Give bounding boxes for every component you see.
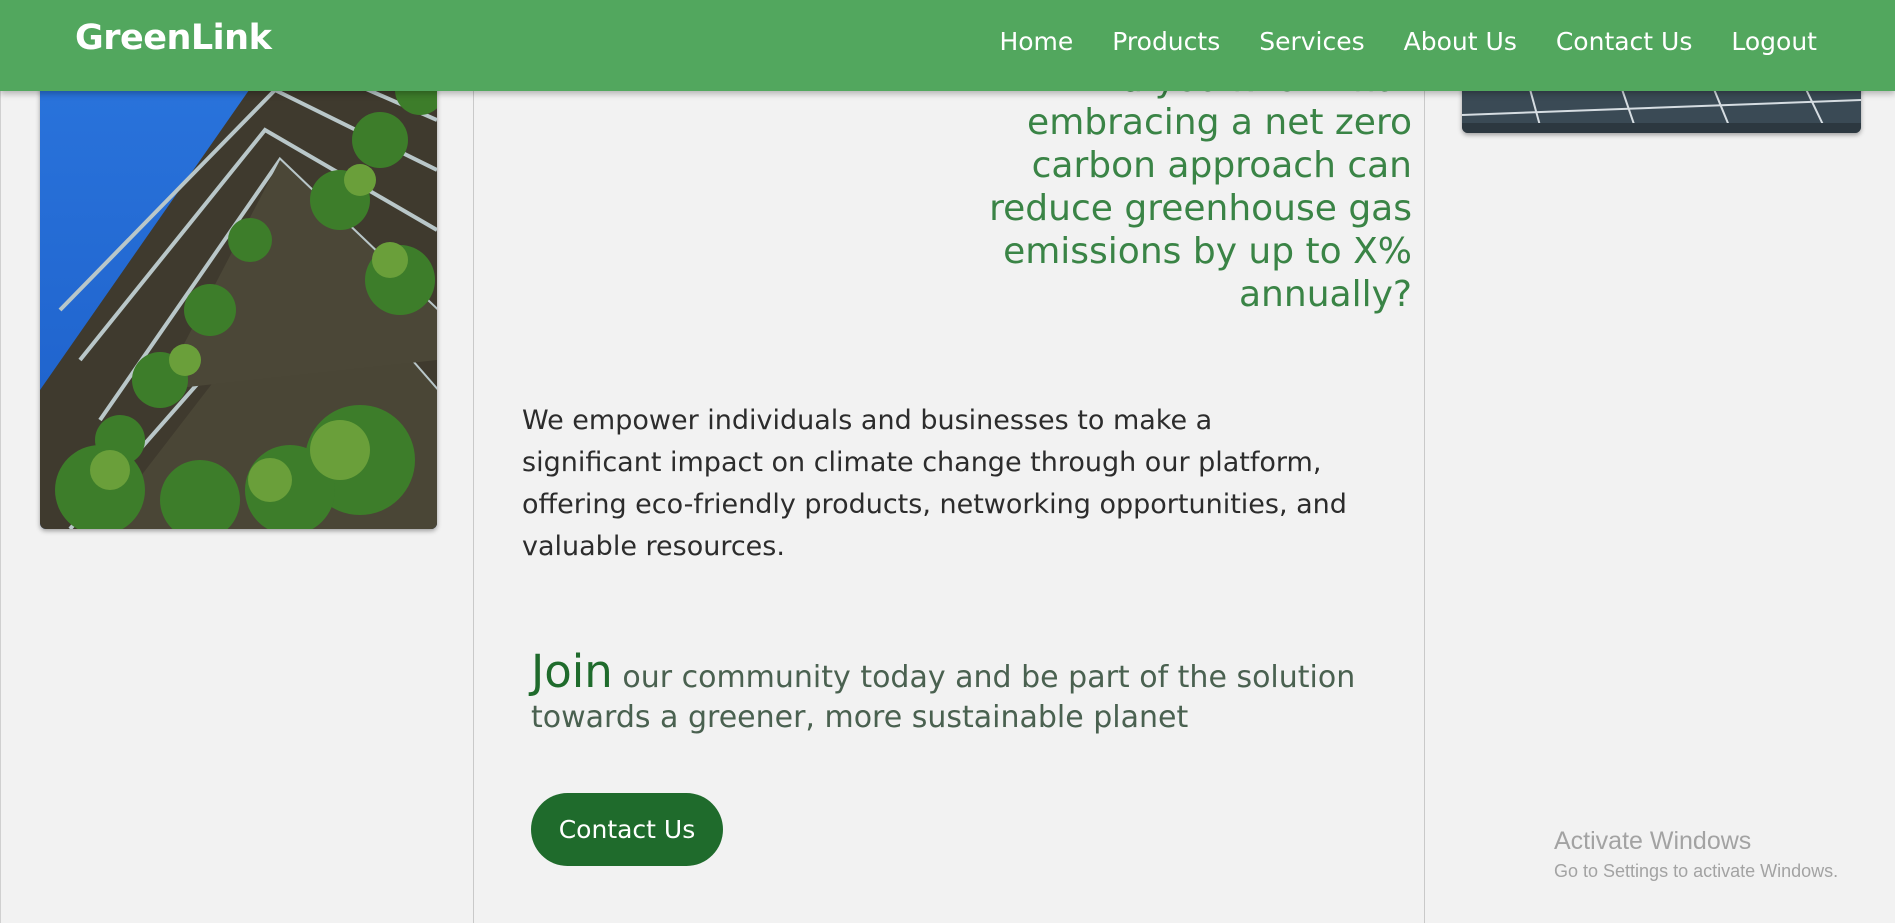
join-line-2: towards a greener, more sustainable plan…: [531, 700, 1189, 735]
mission-line: We empower individuals and businesses to…: [522, 405, 1213, 436]
contact-us-button[interactable]: Contact Us: [531, 793, 723, 866]
fact-line: annually?: [1239, 274, 1412, 315]
nav-contact-us[interactable]: Contact Us: [1556, 27, 1693, 56]
brand-logo[interactable]: GreenLink: [75, 18, 272, 58]
activate-windows-watermark: Activate Windows Go to Settings to activ…: [1554, 827, 1838, 882]
join-highlight: Join: [531, 645, 613, 698]
climate-fact-heading: Did you know that embracing a net zero c…: [900, 58, 1412, 316]
join-line-1: Join our community today and be part of …: [531, 649, 1411, 698]
vertical-forest-building-image: [40, 60, 437, 529]
mission-line: offering eco-friendly products, networki…: [522, 489, 1347, 520]
right-column: [1424, 0, 1895, 923]
mission-paragraph: We empower individuals and businesses to…: [522, 400, 1402, 568]
mission-line: valuable resources.: [522, 531, 785, 562]
join-line-1-rest: our community today and be part of the s…: [612, 660, 1356, 695]
nav-services[interactable]: Services: [1259, 27, 1364, 56]
left-column: [0, 0, 474, 923]
watermark-title: Activate Windows: [1554, 827, 1752, 855]
nav-logout[interactable]: Logout: [1731, 27, 1817, 56]
nav-home[interactable]: Home: [999, 27, 1073, 56]
watermark-subtitle: Go to Settings to activate Windows.: [1554, 861, 1839, 881]
navbar: GreenLink Home Products Services About U…: [0, 0, 1895, 91]
fact-line: emissions by up to X%: [1003, 231, 1412, 272]
fact-line: carbon approach can: [1031, 145, 1412, 186]
nav-products[interactable]: Products: [1112, 27, 1220, 56]
nav-links: Home Products Services About Us Contact …: [960, 27, 1817, 56]
page: Did you know that embracing a net zero c…: [0, 0, 1895, 923]
join-community-text: Join our community today and be part of …: [531, 649, 1411, 738]
mission-line: significant impact on climate change thr…: [522, 447, 1322, 478]
fact-line: reduce greenhouse gas: [989, 188, 1412, 229]
fact-line: embracing a net zero: [1027, 102, 1412, 143]
nav-about-us[interactable]: About Us: [1404, 27, 1517, 56]
